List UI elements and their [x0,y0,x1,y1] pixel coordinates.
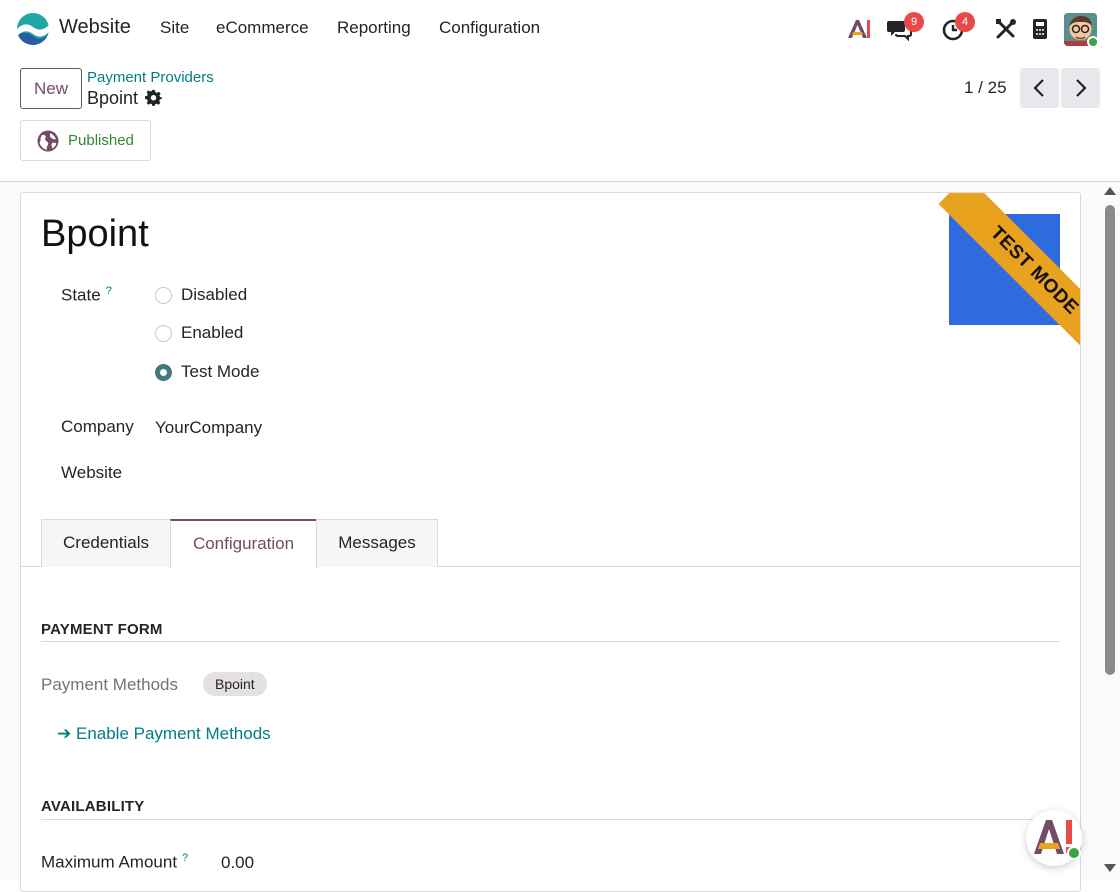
activity-button[interactable]: 4 [941,12,975,42]
company-field[interactable]: YourCompany [155,418,262,438]
payment-form-separator [41,641,1060,642]
phone-icon[interactable] [1027,16,1053,42]
ai-online-dot [1067,846,1081,860]
payment-form-section-title: PAYMENT FORM [41,621,163,638]
enable-payment-methods-label: Enable Payment Methods [75,724,271,743]
app-name[interactable]: Website [59,16,131,39]
state-option-enabled[interactable]: Enabled [181,323,243,343]
chat-button[interactable]: 9 [886,12,924,42]
ai-assistant-button[interactable] [1026,810,1082,866]
chevron-right-icon [1076,79,1087,97]
menu-reporting[interactable]: Reporting [337,18,411,38]
ai-icon[interactable] [846,16,872,42]
state-radio-disabled[interactable] [155,287,172,304]
top-navbar: Website Site eCommerce Reporting Configu… [0,0,1120,56]
tab-configuration[interactable]: Configuration [170,519,317,568]
breadcrumb-current-record: Bpoint [87,88,139,108]
pager-previous-button[interactable] [1020,68,1059,108]
published-toggle-button[interactable]: Published [20,120,151,161]
menu-site[interactable]: Site [160,18,189,38]
user-avatar[interactable] [1064,13,1097,46]
state-label: State? [61,285,112,306]
maximum-amount-label: Maximum Amount? [41,852,188,873]
pager-next-button[interactable] [1061,68,1100,108]
availability-separator [41,819,1060,820]
chat-count-badge: 9 [904,12,924,32]
company-label: Company [61,417,134,436]
chevron-left-icon [1033,79,1044,97]
tools-icon[interactable] [993,16,1019,42]
state-help-icon[interactable]: ? [106,285,112,297]
maximum-amount-label-text: Maximum Amount [41,852,178,872]
state-radio-enabled[interactable] [155,325,172,342]
online-status-dot [1087,36,1097,46]
payment-methods-label: Payment Methods [41,675,179,694]
scroll-up-arrow[interactable] [1104,187,1116,195]
state-radio-test-mode[interactable] [155,364,172,381]
website-field[interactable] [155,463,455,485]
test-mode-ribbon: TEST MODE [891,193,1080,383]
availability-section-title: AVAILABILITY [41,798,145,815]
record-title[interactable]: Bpoint [41,213,149,256]
gear-icon[interactable] [145,89,162,106]
new-button[interactable]: New [20,68,82,109]
form-sheet: Bpoint TEST MODE State? Disabled Enabled… [20,192,1081,892]
menu-ecommerce[interactable]: eCommerce [216,18,309,38]
globe-icon [37,130,59,152]
enable-payment-methods-link[interactable]: ➔ Enable Payment Methods [57,724,271,744]
maximum-amount-field[interactable]: 0.00 [221,853,254,873]
scroll-down-arrow[interactable] [1104,864,1116,872]
tab-messages[interactable]: Messages [316,519,438,567]
state-option-test-mode[interactable]: Test Mode [181,362,259,382]
tab-credentials[interactable]: Credentials [41,519,171,567]
arrow-right-icon: ➔ [57,724,72,743]
payment-method-tag[interactable]: Bpoint [203,672,267,696]
breadcrumb-payment-providers[interactable]: Payment Providers [87,69,214,86]
state-option-disabled[interactable]: Disabled [181,285,247,305]
activity-count-badge: 4 [955,12,975,32]
scrollbar-thumb[interactable] [1105,205,1115,675]
state-label-text: State [61,285,101,305]
pager-value[interactable]: 1 / 25 [964,78,1007,98]
maximum-amount-help-icon[interactable]: ? [182,852,188,864]
menu-configuration[interactable]: Configuration [439,18,540,38]
website-app-logo-icon[interactable] [16,12,50,46]
ribbon-text: TEST MODE [938,193,1080,367]
published-label: Published [68,132,134,149]
website-label: Website [61,463,123,482]
